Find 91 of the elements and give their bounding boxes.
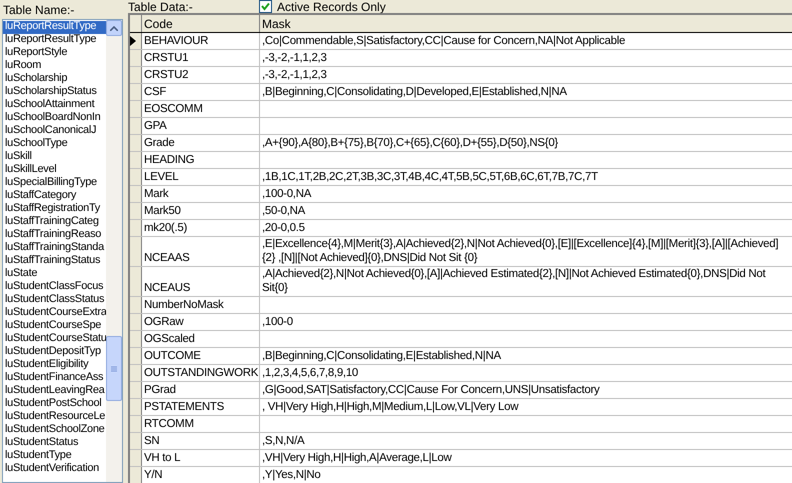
column-header[interactable]: Code — [142, 15, 260, 32]
table-cell: GPA — [144, 119, 167, 133]
table-cell: CSF — [144, 85, 166, 99]
scrollbar[interactable] — [106, 20, 122, 482]
grip-icon — [111, 366, 117, 372]
table-cell: Mark — [144, 187, 168, 201]
table-cell: ,Y|Yes,N|No — [262, 468, 321, 482]
table-cell: HEADING — [144, 153, 194, 167]
table-cell: OGScaled — [144, 332, 195, 346]
table-cell: NCEAAS — [144, 251, 190, 265]
table-list-item[interactable]: luSchoolAttainment — [3, 99, 106, 112]
table-list-item[interactable]: luStudentStatus — [3, 437, 106, 450]
table-cell: ,-3,-2,-1,1,2,3 — [262, 68, 327, 82]
table-cell: Y/N — [144, 468, 162, 482]
table-data-label: Table Data:- — [128, 0, 194, 12]
table-list-item[interactable]: luStaffTrainingStatus — [3, 255, 106, 268]
table-cell: mk20(.5) — [144, 221, 187, 235]
table-list-item[interactable]: luSkill — [3, 151, 106, 164]
table-cell: ,1B,1C,1T,2B,2C,2T,3B,3C,3T,4B,4C,4T,5B,5C,5T,6B,6C,6T,7B,7C,7T — [262, 170, 598, 184]
active-records-checkbox[interactable]: Active Records Only — [259, 0, 386, 13]
table-list-item[interactable]: luSpecialBillingType — [3, 177, 106, 190]
table-cell: ,B|Beginning,C|Consolidating,E|Established,N|NA — [262, 349, 501, 363]
table-cell: PSTATEMENTS — [144, 400, 224, 414]
table-cell: ,VH|Very High,H|High,A|Average,L|Low — [262, 451, 452, 465]
table-cell: PGrad — [144, 383, 176, 397]
table-cell: CRSTU1 — [144, 51, 188, 65]
table-list-item[interactable]: luStudentClassFocus — [3, 281, 106, 294]
table-list-item[interactable]: luStaffTrainingStanda — [3, 242, 106, 255]
scroll-up-button[interactable] — [106, 20, 122, 36]
table-list-item[interactable]: luReportStyle — [3, 47, 106, 60]
row-selector[interactable] — [130, 33, 142, 49]
table-cell: ,20-0,0.5 — [262, 221, 305, 235]
scroll-thumb[interactable] — [106, 336, 122, 401]
table-cell: OUTCOME — [144, 349, 201, 363]
table-list-item[interactable]: luStaffTrainingReaso — [3, 229, 106, 242]
table-list-item[interactable]: luStudentPostSchool — [3, 398, 106, 411]
table-list-item[interactable]: luStaffTrainingCateg — [3, 216, 106, 229]
table-list-item[interactable]: luStudentClassStatus — [3, 294, 106, 307]
table-cell: VH to L — [144, 451, 180, 465]
table-cell: ,B|Beginning,C|Consolidating,D|Developed,E|Established,N|NA — [262, 85, 567, 99]
table-cell: ,1,2,3,4,5,6,7,8,9,10 — [262, 366, 358, 380]
table-list-item[interactable]: luStudentEligibility — [3, 359, 106, 372]
table-cell: OUTSTANDINGWORK — [144, 366, 258, 380]
table-name-label: Table Name:- — [3, 4, 74, 16]
table-list-item[interactable]: luStudentLeavingRea — [3, 385, 106, 398]
table-list-item[interactable]: luStaffCategory — [3, 190, 106, 203]
table-cell: NumberNoMask — [144, 298, 224, 312]
current-row-icon — [130, 36, 136, 46]
caret-up-icon — [110, 26, 118, 30]
table-list-item[interactable]: luScholarship — [3, 73, 106, 86]
table-list-item[interactable]: luStudentCourseSpe — [3, 320, 106, 333]
table-cell: ,G|Good,SAT|Satisfactory,CC|Cause For Concern,UNS|Unsatisfactory — [262, 383, 600, 397]
table-list-item[interactable]: luSchoolCanonicalJ — [3, 125, 106, 138]
table-list-item[interactable]: luRoom — [3, 60, 106, 73]
table-list-item[interactable]: luSchoolBoardNonIn — [3, 112, 106, 125]
column-header[interactable]: Mask — [260, 15, 792, 32]
table-cell: , VH|Very High,H|High,M|Medium,L|Low,VL|Very Low — [262, 400, 518, 414]
table-list-item[interactable]: luStudentFinanceAss — [3, 372, 106, 385]
table-cell: ,-3,-2,-1,1,2,3 — [262, 51, 327, 65]
table-cell: CRSTU2 — [144, 68, 188, 82]
table-cell: SN — [144, 434, 160, 448]
table-cell: ,100-0 — [262, 315, 293, 329]
table-list-item[interactable]: luStudentSchoolZone — [3, 424, 106, 437]
table-cell-text: ,A|Achieved{2},N|Not Achieved{0},[A]|Achieved Estimated{2},[N]|Not Achieved Estimated{0},DNS|Did Not Sit{0} — [262, 267, 767, 295]
table-cell: ,A+{90},A{80},B+{75},B{70},C+{65},C{60},D+{55},D{50},NS{0} — [262, 136, 558, 150]
check-icon — [261, 2, 270, 11]
table-list-item[interactable]: luSchoolType — [3, 138, 106, 151]
table-cell: ,100-0,NA — [262, 187, 312, 201]
table-cell: RTCOMM — [144, 417, 194, 431]
table-list-item[interactable]: luStudentVerification — [3, 463, 106, 476]
table-list-item[interactable]: luReportResultType — [3, 21, 106, 34]
table-list-item[interactable]: luStudentCourseStatu — [3, 333, 106, 346]
table-cell: LEVEL — [144, 170, 178, 184]
table-cell: Mark50 — [144, 204, 181, 218]
table-list-item[interactable]: luStaffRegistrationTy — [3, 203, 106, 216]
table-cell: ,Co|Commendable,S|Satisfactory,CC|Cause for Concern,NA|Not Applicable — [262, 34, 626, 48]
table-cell: NCEAUS — [144, 281, 190, 295]
table-list-item[interactable]: luReportResultType — [3, 34, 106, 47]
table-cell: ,50-0,NA — [262, 204, 305, 218]
table-list-item[interactable]: luSkillLevel — [3, 164, 106, 177]
table-list-item[interactable]: luState — [3, 268, 106, 281]
table-list-item[interactable]: luStudentResourceLe — [3, 411, 106, 424]
table-cell-text: ,E|Excellence{4},M|Merit{3},A|Achieved{2},N|Not Achieved{0},[E]|[Excellence]{4},[M]|[Merit]{3},[A]|[Achieved]{2} ,[N]|[Not Achieved]{0},DNS|Did Not Sit {0} — [262, 237, 780, 265]
table-list-item[interactable]: luStudentType — [3, 450, 106, 463]
table-list-item[interactable]: luScholarshipStatus — [3, 86, 106, 99]
table-cell: ,S,N,N/A — [262, 434, 304, 448]
table-list-item[interactable]: luStudentDepositTyp — [3, 346, 106, 359]
table-cell: EOSCOMM — [144, 102, 203, 116]
table-cell: BEHAVIOUR — [144, 34, 208, 48]
table-cell: OGRaw — [144, 315, 184, 329]
table-cell: Grade — [144, 136, 174, 150]
